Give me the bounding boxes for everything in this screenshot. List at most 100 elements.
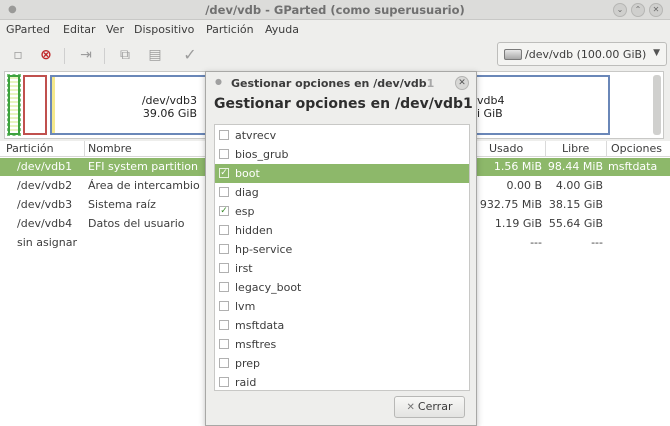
dialog-heading: Gestionar opciones en /dev/vdb1 <box>214 96 473 112</box>
copy-icon[interactable]: ⧉ <box>115 45 135 65</box>
flag-checkbox[interactable] <box>219 320 229 330</box>
column-separator <box>545 141 546 157</box>
flag-checkbox[interactable] <box>219 301 229 311</box>
flag-label: irst <box>235 262 253 275</box>
dialog-menu-icon[interactable]: ● <box>215 77 222 86</box>
column-header-options[interactable]: Opciones <box>611 142 662 155</box>
flag-item[interactable]: legacy_boot <box>215 278 469 297</box>
new-partition-icon[interactable]: ▫ <box>8 45 28 65</box>
chevron-down-icon: ▼ <box>653 48 660 58</box>
flag-label: diag <box>235 186 259 199</box>
menu-bar: GParted Editar Ver Dispositivo Partición… <box>0 20 670 40</box>
graph-partition-vdb1[interactable] <box>7 74 21 136</box>
flag-item[interactable]: irst <box>215 259 469 278</box>
graph-vdb4-size: i GiB <box>477 107 503 120</box>
flag-item[interactable]: raid <box>215 373 469 392</box>
flag-item[interactable]: lvm <box>215 297 469 316</box>
flag-label: bios_grub <box>235 148 289 161</box>
flag-checkbox[interactable]: ✓ <box>219 168 229 178</box>
flag-checkbox[interactable] <box>219 187 229 197</box>
cell-partition: /dev/vdb1 <box>17 160 73 173</box>
menu-ayuda[interactable]: Ayuda <box>265 23 299 36</box>
close-button-label: Cerrar <box>417 400 453 413</box>
flag-checkbox[interactable] <box>219 149 229 159</box>
flag-label: boot <box>235 167 260 180</box>
dialog-titlebar: ● Gestionar opciones en /dev/vdb1 ✕ <box>206 72 476 94</box>
menu-particion[interactable]: Partición <box>206 23 254 36</box>
flag-label: msftres <box>235 338 277 351</box>
graph-partition-vdb2[interactable] <box>23 75 47 135</box>
flag-item[interactable]: prep <box>215 354 469 373</box>
column-separator <box>84 141 85 157</box>
flag-checkbox[interactable] <box>219 358 229 368</box>
hard-disk-icon <box>504 49 522 60</box>
flag-checkbox[interactable]: ✓ <box>219 206 229 216</box>
flag-item[interactable]: hidden <box>215 221 469 240</box>
flag-checkbox[interactable] <box>219 244 229 254</box>
cell-free: --- <box>591 236 603 249</box>
apply-check-icon[interactable]: ✓ <box>180 45 200 65</box>
flag-checkbox[interactable] <box>219 282 229 292</box>
column-header-partition[interactable]: Partición <box>6 142 54 155</box>
cell-free: 4.00 GiB <box>555 179 603 192</box>
cell-partition: /dev/vdb4 <box>17 217 73 230</box>
device-label: /dev/vdb (100.00 GiB) <box>525 48 647 61</box>
menu-ver[interactable]: Ver <box>106 23 124 36</box>
device-selector[interactable]: /dev/vdb (100.00 GiB) ▼ <box>497 42 667 66</box>
resize-move-icon[interactable]: ⇥ <box>76 45 96 65</box>
flag-item[interactable]: msftres <box>215 335 469 354</box>
toolbar-separator <box>64 48 65 64</box>
column-header-free[interactable]: Libre <box>562 142 589 155</box>
flag-item[interactable]: diag <box>215 183 469 202</box>
menu-gparted[interactable]: GParted <box>6 23 50 36</box>
toolbar-separator <box>104 48 105 64</box>
flag-checkbox[interactable] <box>219 263 229 273</box>
flag-item[interactable]: msftdata <box>215 316 469 335</box>
cell-name: Área de intercambio <box>88 179 200 192</box>
flag-label: raid <box>235 376 257 389</box>
maximize-icon[interactable]: ⌃ <box>631 3 645 17</box>
manage-flags-dialog: ● Gestionar opciones en /dev/vdb1 ✕ Gest… <box>205 71 477 426</box>
flag-label: msftdata <box>235 319 285 332</box>
flag-label: legacy_boot <box>235 281 302 294</box>
column-header-name[interactable]: Nombre <box>88 142 132 155</box>
graph-scrollbar[interactable] <box>653 75 661 135</box>
graph-vdb3-size: 39.06 GiB <box>142 107 197 120</box>
cell-name: Sistema raíz <box>88 198 156 211</box>
flag-checkbox[interactable] <box>219 339 229 349</box>
close-window-icon[interactable]: ✕ <box>649 3 663 17</box>
cell-used: 1.19 GiB <box>494 217 542 230</box>
column-header-used[interactable]: Usado <box>489 142 523 155</box>
flag-label: lvm <box>235 300 256 313</box>
minimize-icon[interactable]: ⌄ <box>613 3 627 17</box>
cell-free: 38.15 GiB <box>548 198 603 211</box>
dialog-close-icon[interactable]: ✕ <box>455 76 469 90</box>
cell-used: 1.56 MiB <box>493 160 542 173</box>
flag-item[interactable]: ✓ esp <box>215 202 469 221</box>
cell-used: 932.75 MiB <box>479 198 542 211</box>
flag-label: esp <box>235 205 255 218</box>
menu-dispositivo[interactable]: Dispositivo <box>134 23 194 36</box>
close-button[interactable]: ✕ Cerrar <box>394 396 465 418</box>
flag-item[interactable]: atvrecv <box>215 126 469 145</box>
window-title: /dev/vdb - GParted (como superusuario) <box>205 3 465 17</box>
flags-list: atvrecv bios_grub ✓ boot diag ✓ esp hidden hp-se… <box>214 124 470 391</box>
flag-item[interactable]: bios_grub <box>215 145 469 164</box>
close-icon: ✕ <box>406 402 415 413</box>
title-bar: ● /dev/vdb - GParted (como superusuario)… <box>0 0 670 20</box>
flag-checkbox[interactable] <box>219 225 229 235</box>
menu-editar[interactable]: Editar <box>63 23 96 36</box>
flag-item[interactable]: ✓ boot <box>215 164 469 183</box>
column-separator <box>606 141 607 157</box>
cell-used: --- <box>530 236 542 249</box>
cell-free: 55.64 GiB <box>548 217 603 230</box>
cell-name: Datos del usuario <box>88 217 185 230</box>
used-space-fill <box>52 77 55 133</box>
flag-label: atvrecv <box>235 129 277 142</box>
flag-checkbox[interactable] <box>219 130 229 140</box>
paste-icon[interactable]: ▤ <box>145 45 165 65</box>
flag-checkbox[interactable] <box>219 377 229 387</box>
graph-vdb4-name: vdb4 <box>477 94 505 107</box>
delete-partition-icon[interactable]: ⊗ <box>36 45 56 65</box>
flag-item[interactable]: hp-service <box>215 240 469 259</box>
